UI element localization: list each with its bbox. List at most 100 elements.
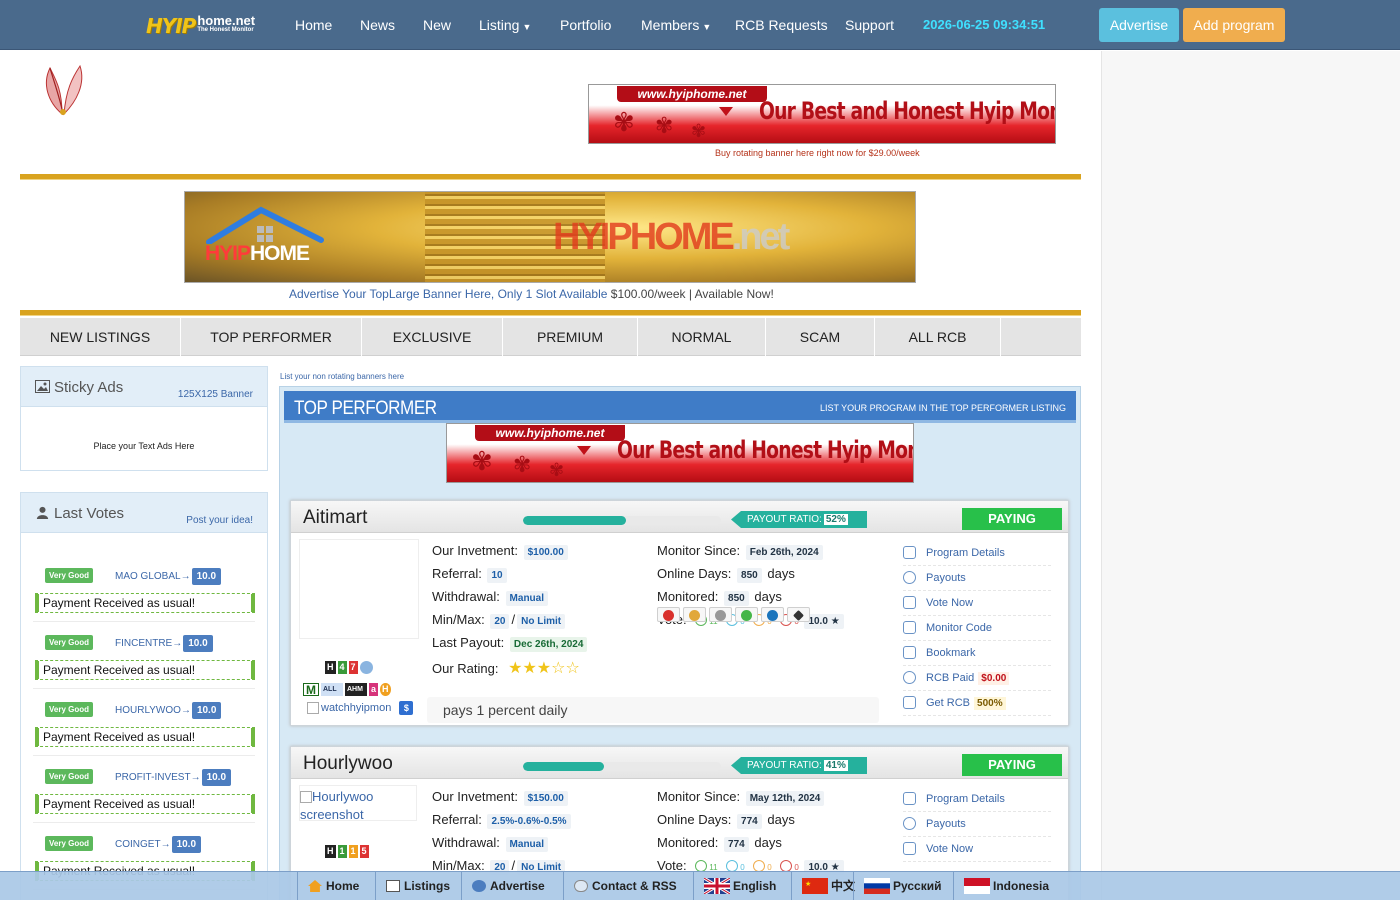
payout-ratio-fill	[523, 516, 626, 525]
list-program-link[interactable]: LIST YOUR PROGRAM IN THE TOP PERFORMER L…	[820, 403, 1066, 413]
nav-support[interactable]: Support	[845, 17, 894, 33]
logo-hyip-text: HYIP	[146, 14, 196, 38]
program-details-link[interactable]: Program Details	[903, 787, 1051, 812]
bottom-listings[interactable]: Listings	[375, 872, 461, 900]
perfect-money-icon	[657, 607, 680, 622]
badge-green[interactable]: 4	[337, 661, 347, 674]
vote-program[interactable]: PROFIT-INVEST→ 10.0	[115, 769, 232, 786]
vote-now-label: Vote Now	[926, 843, 974, 855]
site-logo[interactable]: HYIP home.net The Honest Monitor	[146, 14, 255, 38]
lang-indonesia[interactable]: Indonesia	[953, 872, 1063, 900]
advertise-large-banner-link[interactable]: Advertise Your TopLarge Banner Here, Onl…	[289, 287, 607, 301]
badge-red[interactable]: 5	[359, 845, 369, 858]
program-name[interactable]: Aitimart	[303, 507, 367, 529]
rotating-banner[interactable]: www.hyiphome.net ✾ ✾ ✾ Our Best and Hone…	[588, 84, 1056, 144]
section-banner[interactable]: www.hyiphome.net ✾ ✾ ✾ Our Best and Hone…	[446, 423, 914, 483]
badge-red[interactable]: 7	[348, 661, 358, 674]
rcb-paid-value: $0.00	[978, 672, 1010, 685]
tab-top-performer[interactable]: TOP PERFORMER	[181, 318, 362, 356]
get-rcb-link[interactable]: Get RCB 500%	[903, 691, 1051, 716]
vote-score: 10.0	[201, 769, 232, 786]
list-item: Very Good MAO GLOBAL→ 10.0 Payment Received…	[33, 556, 255, 622]
nav-listing[interactable]: Listing ▼	[479, 17, 531, 33]
program-screenshot[interactable]: Hourlywoo screenshot	[299, 785, 417, 822]
program-details-link[interactable]: Program Details	[903, 541, 1051, 566]
ethereum-icon	[787, 607, 810, 622]
vote-program[interactable]: HOURLYWOO→ 10.0	[115, 702, 222, 719]
tab-exclusive[interactable]: EXCLUSIVE	[362, 318, 503, 356]
vote-now-link[interactable]: Vote Now	[903, 837, 1051, 862]
monitor-since-label: Monitor Since:	[657, 543, 741, 558]
lang-chinese-label: 中文	[831, 879, 856, 893]
post-idea-link[interactable]: Post your idea!	[186, 515, 253, 526]
badge-m[interactable]: M	[303, 683, 319, 697]
nav-rcb-requests[interactable]: RCB Requests	[735, 17, 828, 33]
nav-home[interactable]: Home	[295, 17, 332, 33]
vote-program[interactable]: MAO GLOBAL→ 10.0	[115, 568, 222, 585]
withdrawal-row: Withdrawal: Manual	[432, 835, 550, 852]
star-icon: ★	[522, 660, 537, 677]
house-roof-icon	[206, 206, 324, 244]
bottom-contact-rss[interactable]: Contact & RSS	[563, 872, 693, 900]
rcb-paid-link[interactable]: RCB Paid $0.00	[903, 666, 1051, 691]
watchhyipmon-badge[interactable]: watchhyipmon $	[307, 701, 414, 715]
monitored-label: Monitored:	[657, 835, 719, 850]
banner-arrow-icon	[577, 446, 591, 455]
badge-a[interactable]: a	[369, 683, 379, 696]
nav-new[interactable]: New	[423, 17, 451, 33]
payouts-link[interactable]: Payouts	[903, 812, 1051, 837]
dash-icon	[761, 607, 784, 622]
caret-down-icon: ▼	[522, 22, 532, 32]
badge-orange[interactable]: 1	[348, 845, 358, 858]
vote-program[interactable]: COINGET→ 10.0	[115, 836, 202, 853]
list-item: Very Good HOURLYWOO→ 10.0 Payment Received …	[33, 690, 255, 756]
bottom-advertise[interactable]: Advertise	[461, 872, 563, 900]
badge-all[interactable]: ALL	[321, 683, 343, 696]
tab-scam[interactable]: SCAM	[766, 318, 875, 356]
payout-ratio-label: PAYOUT RATIO: 41%	[731, 757, 867, 774]
tab-normal[interactable]: NORMAL	[638, 318, 766, 356]
add-program-button[interactable]: Add program	[1183, 8, 1285, 42]
right-column	[1101, 51, 1400, 900]
lang-chinese[interactable]: ★ 中文	[791, 872, 856, 900]
thumbnail-column: H 4 7 M ALL AHM a H watchhyipmon $	[295, 539, 423, 715]
badge-ahm[interactable]: AHM	[345, 683, 367, 696]
nav-members[interactable]: Members ▼	[641, 17, 711, 33]
tab-premium[interactable]: PREMIUM	[503, 318, 638, 356]
program-screenshot[interactable]	[299, 539, 419, 639]
non-rotating-banners-link[interactable]: List your non rotating banners here	[280, 372, 404, 381]
bottom-home[interactable]: Home	[297, 872, 375, 900]
lang-russian[interactable]: Русский	[853, 872, 953, 900]
program-name[interactable]: Hourlywoo	[303, 753, 393, 775]
rcb-paid-label: RCB Paid	[926, 672, 975, 684]
payeer-icon	[683, 607, 706, 622]
payout-ratio-fill	[523, 762, 605, 771]
advertise-button[interactable]: Advertise	[1099, 8, 1179, 42]
nav-news[interactable]: News	[360, 17, 395, 33]
banner-brand: HYIPHOME	[205, 242, 310, 266]
vote-program[interactable]: FINCENTRE→ 10.0	[115, 635, 213, 652]
nav-portfolio[interactable]: Portfolio	[560, 17, 611, 33]
badge-h[interactable]: H	[325, 845, 336, 858]
place-text-ads-link[interactable]: Place your Text Ads Here	[21, 441, 267, 451]
rating-stars: ★★★☆☆	[508, 660, 580, 677]
vote-now-link[interactable]: Vote Now	[903, 591, 1051, 616]
tab-all-rcb[interactable]: ALL RCB	[875, 318, 1001, 356]
badge-green[interactable]: 1	[337, 845, 347, 858]
dollar-icon	[903, 817, 916, 830]
lang-english[interactable]: English	[693, 872, 791, 900]
listing-tabs: NEW LISTINGS TOP PERFORMER EXCLUSIVE PRE…	[20, 318, 1081, 356]
payout-ratio-caption: PAYOUT RATIO:	[747, 514, 822, 525]
buy-banner-link[interactable]: Buy rotating banner here right now for $…	[715, 148, 920, 158]
days-unit: days	[754, 835, 782, 850]
top-large-banner[interactable]: HYIPHOME HYIPHOME.net	[184, 191, 916, 283]
badge-h-circle[interactable]: H	[380, 683, 391, 696]
tab-new-listings[interactable]: NEW LISTINGS	[20, 318, 181, 356]
badge-h[interactable]: H	[325, 661, 336, 674]
monitor-code-link[interactable]: Monitor Code	[903, 616, 1051, 641]
chat-icon[interactable]	[359, 661, 373, 674]
payouts-link[interactable]: Payouts	[903, 566, 1051, 591]
listing-header: Hourlywoo PAYOUT RATIO: 41% PAYING	[291, 747, 1068, 779]
bookmark-link[interactable]: Bookmark	[903, 641, 1051, 666]
max-value: No Limit	[517, 614, 566, 629]
